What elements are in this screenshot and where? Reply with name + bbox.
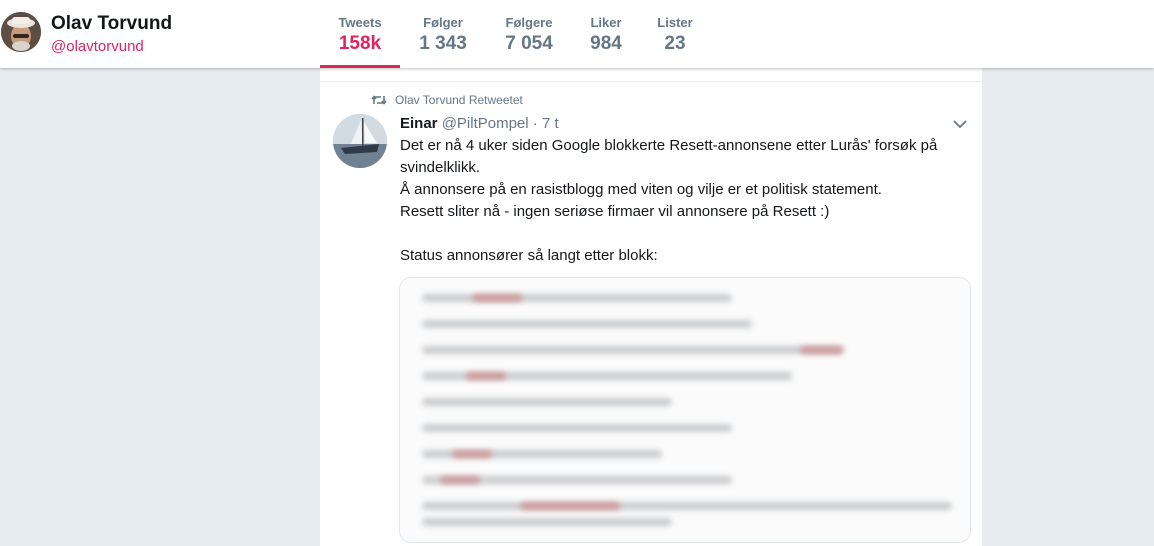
blurred-row: [422, 320, 752, 328]
blurred-row: [422, 398, 672, 406]
retweet-icon: [371, 95, 387, 105]
blurred-highlight: [466, 372, 506, 380]
profile-name[interactable]: Olav Torvund: [51, 13, 172, 35]
tweet-header: Einar @PiltPompel · 7 t: [400, 115, 559, 132]
blurred-highlight: [452, 450, 492, 458]
stat-label: Følger: [423, 15, 463, 30]
tweet-author-handle[interactable]: @PiltPompel: [442, 115, 529, 132]
tweet-text: Det er nå 4 uker siden Google blokkerte …: [400, 137, 938, 264]
tweet-author-name[interactable]: Einar: [400, 115, 438, 132]
stat-label: Tweets: [338, 15, 382, 30]
retweet-context: Olav Torvund Retweetet: [371, 93, 523, 107]
stat-value: 7 054: [505, 33, 553, 54]
nav-stat-following[interactable]: Følger 1 343: [404, 0, 482, 68]
avatar-image: [333, 114, 387, 168]
blurred-highlight: [800, 346, 844, 354]
profile-avatar[interactable]: [1, 12, 41, 52]
retweet-context-label[interactable]: Olav Torvund Retweetet: [395, 93, 523, 107]
profile-handle[interactable]: @olavtorvund: [51, 38, 144, 55]
timeline: Olav Torvund Retweetet Einar @PiltPompel…: [320, 40, 982, 546]
stat-label: Liker: [590, 15, 622, 30]
tweet-timestamp[interactable]: · 7 t: [529, 115, 559, 132]
avatar-image: [1, 12, 41, 52]
nav-stat-lists[interactable]: Lister 23: [650, 0, 700, 68]
blurred-highlight: [440, 476, 480, 484]
stat-label: Følgere: [505, 15, 553, 30]
blurred-row: [422, 502, 952, 510]
stat-value: 1 343: [419, 33, 467, 54]
stat-value: 984: [590, 33, 622, 54]
chevron-down-icon[interactable]: [952, 118, 968, 130]
tweet-image-blurred[interactable]: [399, 277, 971, 543]
nav-stat-tweets[interactable]: Tweets 158k: [320, 0, 400, 68]
blurred-row: [422, 518, 672, 526]
blurred-row: [422, 294, 732, 302]
stat-value: 23: [664, 33, 686, 54]
profile-nav-bar: Olav Torvund @olavtorvund Tweets 158k Fø…: [0, 0, 1154, 68]
blurred-highlight: [520, 502, 620, 510]
blurred-highlight: [472, 294, 522, 302]
blurred-row: [422, 424, 732, 432]
tweet-author-avatar[interactable]: [333, 114, 387, 168]
stat-value: 158k: [338, 33, 382, 54]
stat-label: Lister: [657, 15, 693, 30]
blurred-row: [422, 346, 842, 354]
nav-stat-likes[interactable]: Liker 984: [580, 0, 632, 68]
nav-stat-followers[interactable]: Følgere 7 054: [494, 0, 564, 68]
